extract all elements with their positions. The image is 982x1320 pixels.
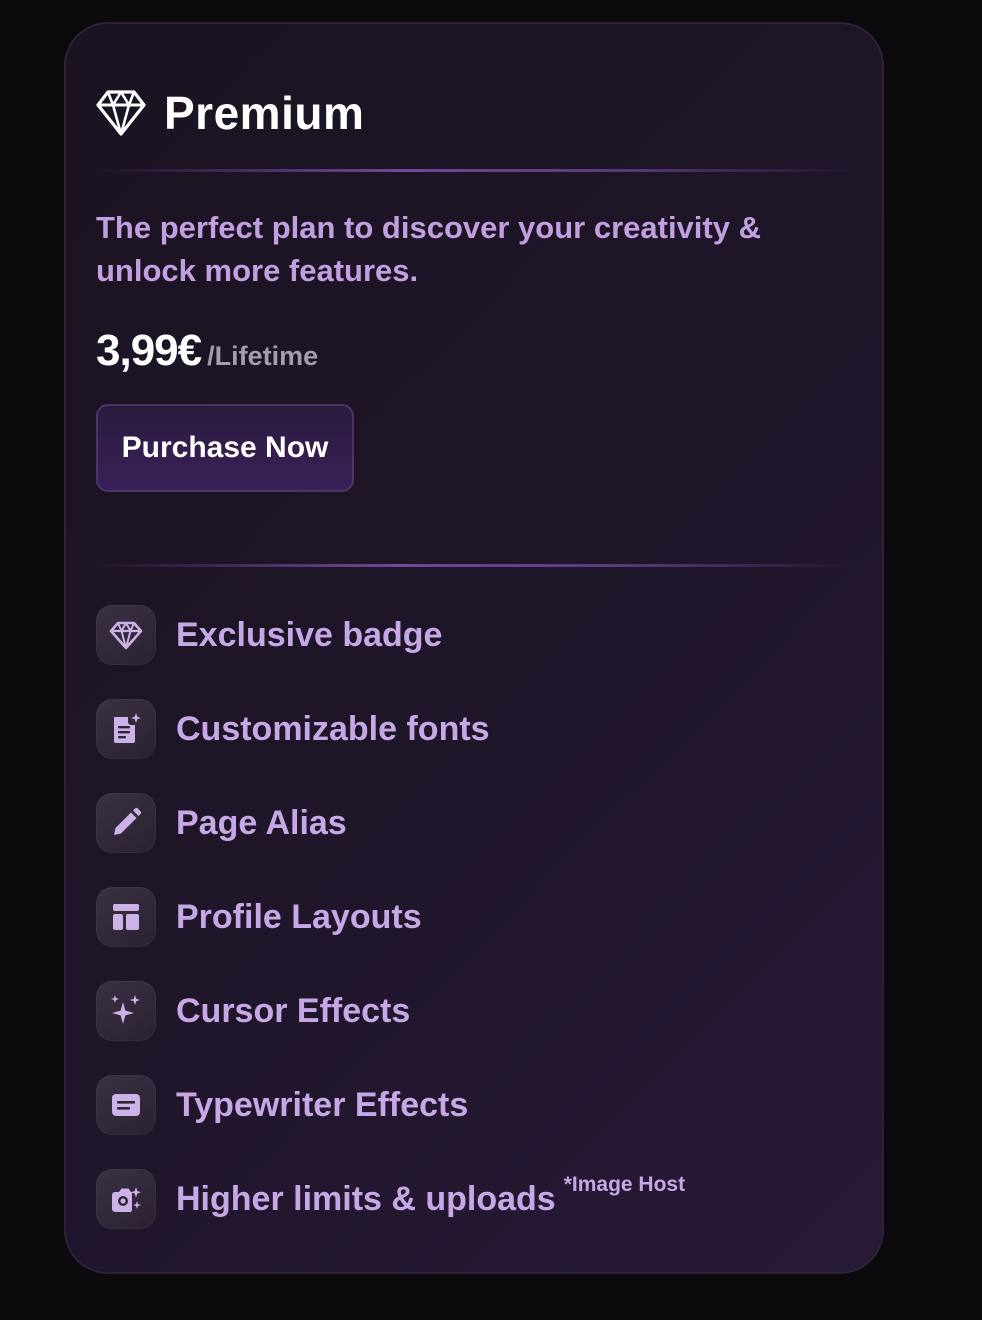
feature-note: *Image Host [563, 1173, 686, 1196]
camera-sparkle-icon [96, 1169, 156, 1229]
feature-label: Customizable fonts [176, 709, 490, 748]
pencil-icon [96, 793, 156, 853]
features-divider [96, 564, 856, 567]
feature-item: Cursor Effects [96, 980, 685, 1042]
feature-label: Typewriter Effects [176, 1085, 469, 1124]
plan-header: Premium [96, 86, 364, 140]
feature-label: Higher limits & uploads [176, 1179, 556, 1218]
plan-period: /Lifetime [207, 341, 319, 371]
feature-item: Typewriter Effects [96, 1074, 685, 1136]
feature-item: Exclusive badge [96, 604, 685, 666]
diamond-icon [96, 90, 146, 136]
layout-icon [96, 887, 156, 947]
header-divider [96, 169, 856, 172]
feature-item: Page Alias [96, 792, 685, 854]
plan-title: Premium [164, 87, 365, 139]
feature-label: Page Alias [176, 803, 347, 842]
premium-plan-card: Premium The perfect plan to discover you… [64, 22, 884, 1274]
price-row: 3,99€ /Lifetime [96, 326, 318, 376]
feature-item: Customizable fonts [96, 698, 685, 760]
feature-label: Cursor Effects [176, 991, 411, 1030]
feature-list: Exclusive badge Customizable fonts Page … [96, 604, 685, 1262]
purchase-now-button[interactable]: Purchase Now [96, 404, 354, 492]
plan-price: 3,99€ [96, 326, 202, 375]
feature-label: Exclusive badge [176, 615, 443, 654]
diamond-icon [96, 605, 156, 665]
feature-item: Profile Layouts [96, 886, 685, 948]
feature-item: Higher limits & uploads *Image Host [96, 1168, 685, 1230]
plan-description: The perfect plan to discover your creati… [96, 210, 761, 288]
document-sparkle-icon [96, 699, 156, 759]
message-icon [96, 1075, 156, 1135]
feature-label: Profile Layouts [176, 897, 422, 936]
sparkles-icon [96, 981, 156, 1041]
